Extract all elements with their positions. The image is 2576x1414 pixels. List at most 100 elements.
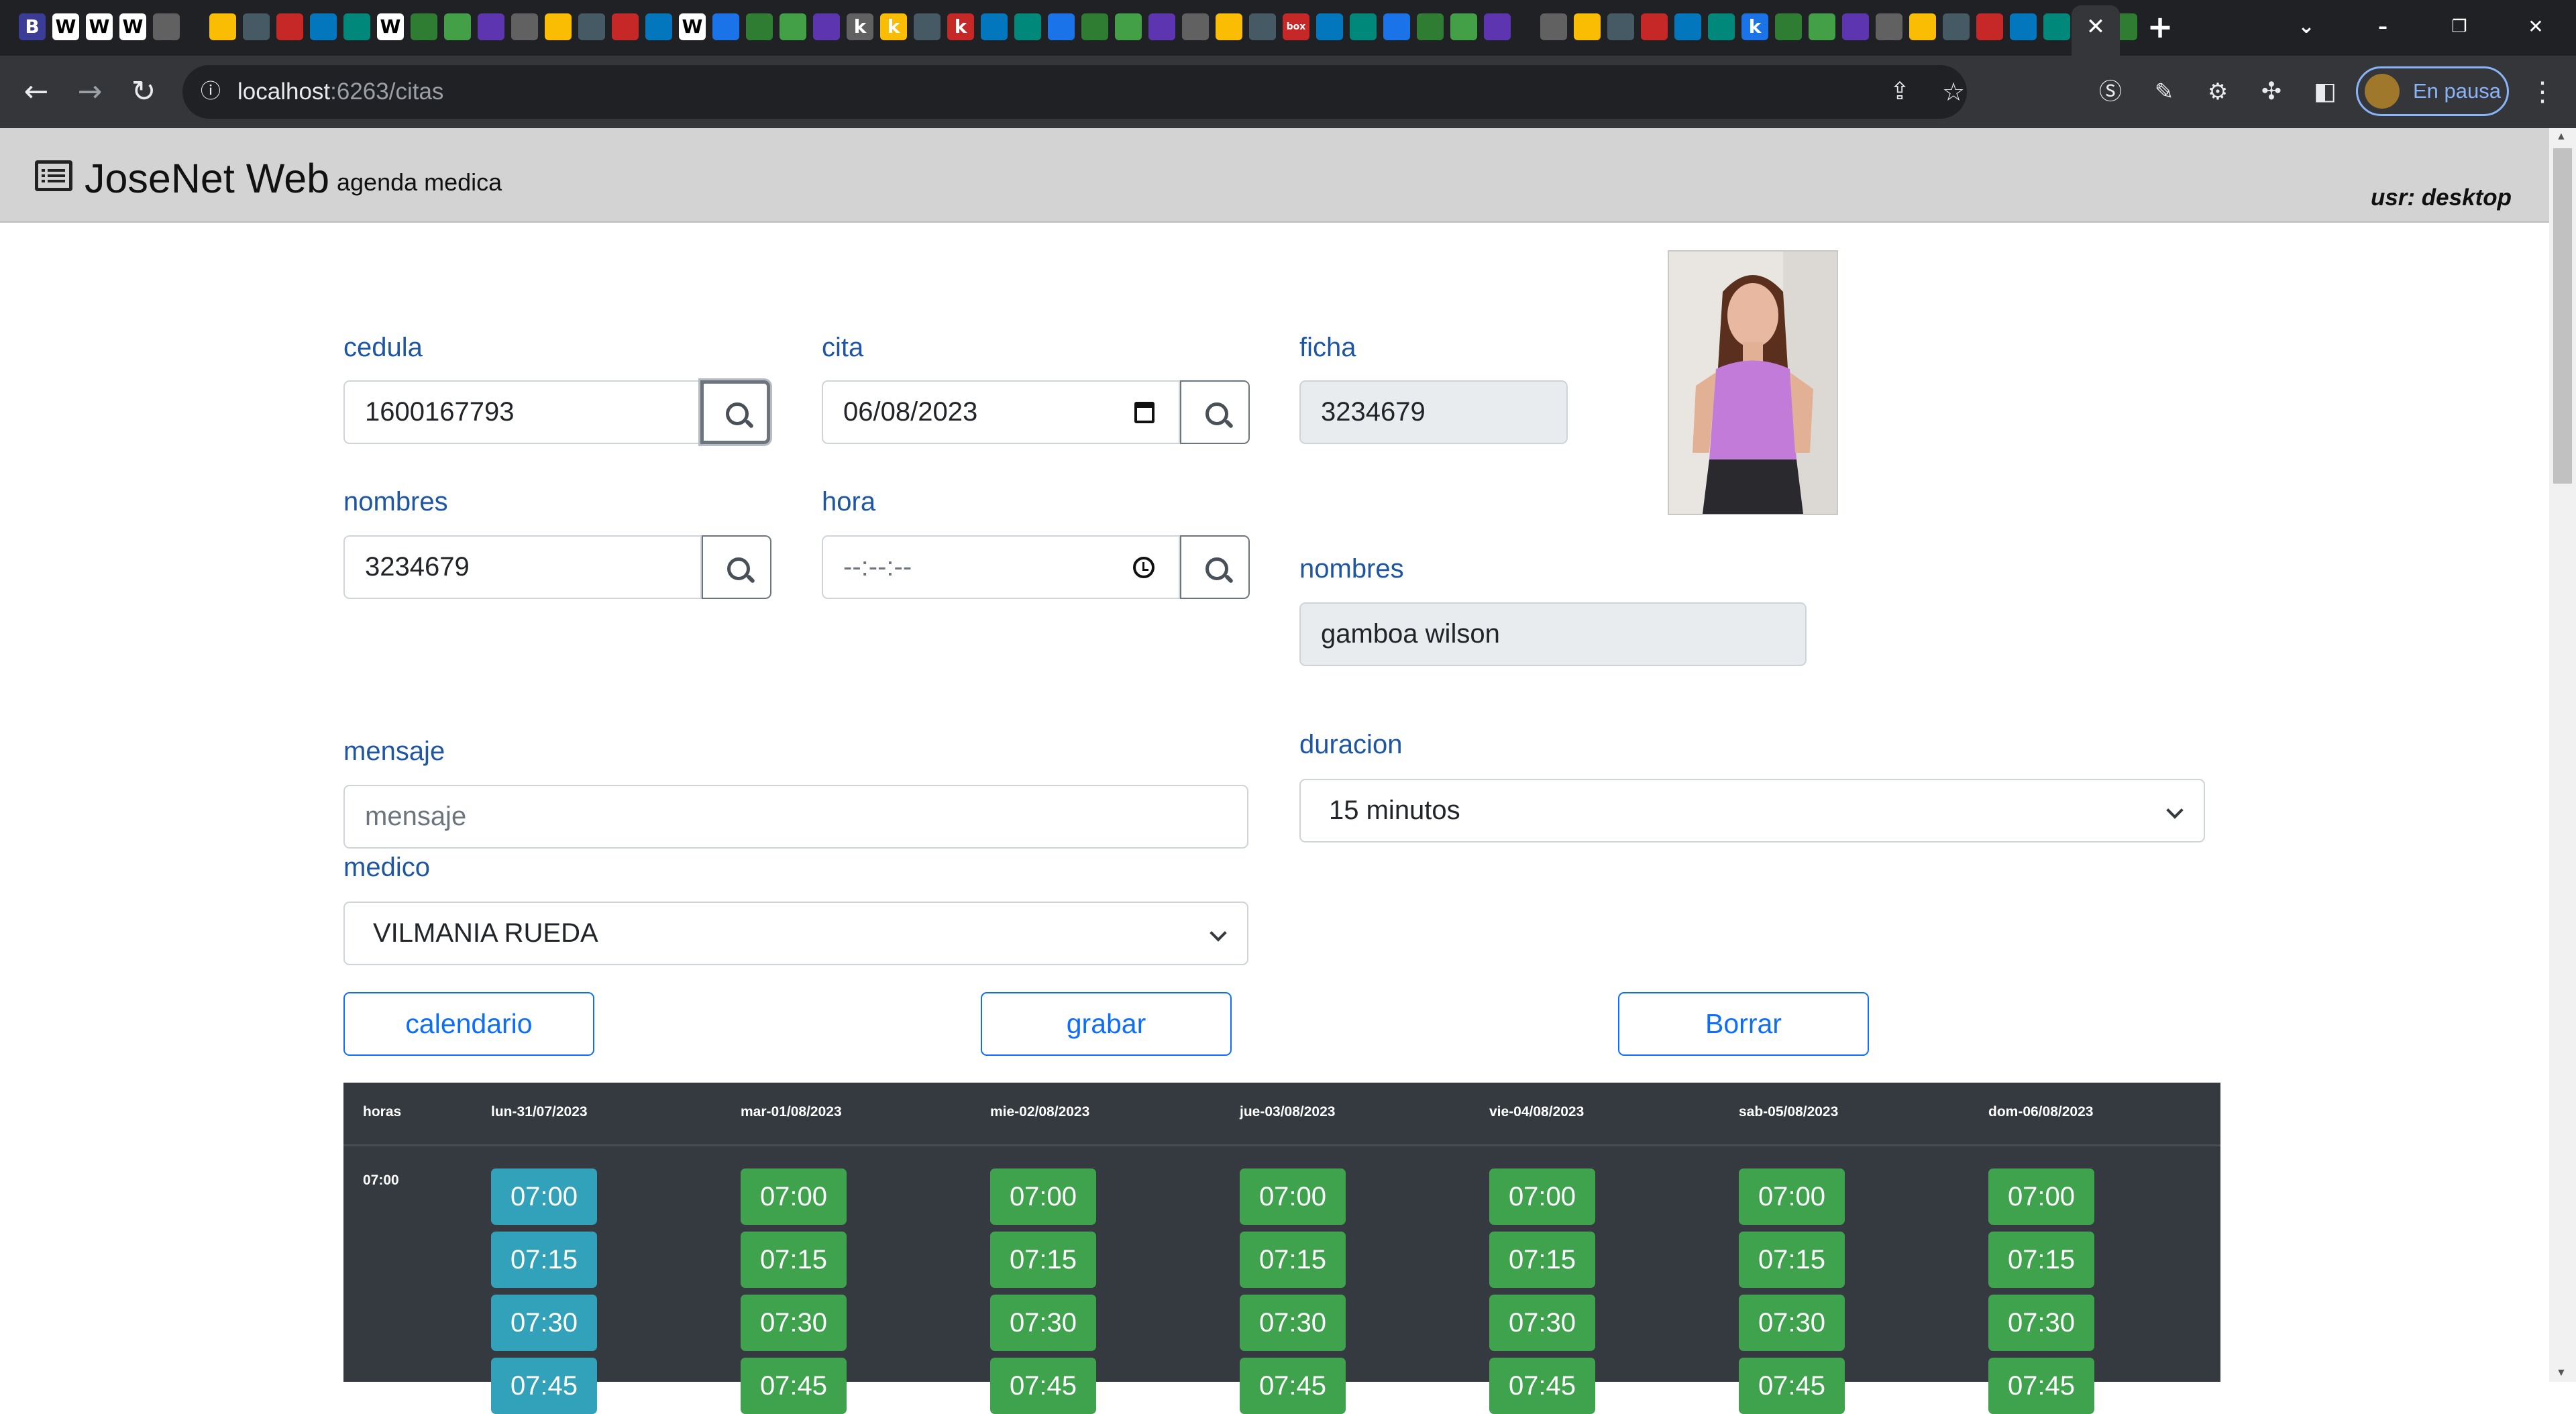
calendar-icon[interactable]	[1134, 402, 1155, 423]
pinned-tab-favicon[interactable]	[1775, 13, 1802, 40]
pinned-tab-favicon[interactable]	[1708, 13, 1735, 40]
pinned-tab-favicon[interactable]	[813, 13, 840, 40]
pinned-tab-favicon[interactable]	[153, 13, 180, 40]
time-slot-button[interactable]: 07:15	[741, 1232, 847, 1288]
time-slot-button[interactable]: 07:00	[990, 1168, 1096, 1225]
time-slot-button[interactable]: 07:15	[1988, 1232, 2094, 1288]
site-info-icon[interactable]: ⓘ	[191, 72, 231, 112]
extension-icon[interactable]: ⚙	[2198, 72, 2238, 112]
hora-search-button[interactable]	[1180, 535, 1250, 599]
time-slot-button[interactable]: 07:45	[1739, 1358, 1845, 1414]
mensaje-input[interactable]: mensaje	[343, 785, 1248, 849]
pinned-tab-favicon[interactable]	[645, 13, 672, 40]
share-icon[interactable]: ⇪	[1880, 72, 1920, 112]
pinned-tab-favicon[interactable]: W	[377, 13, 404, 40]
medico-select[interactable]: VILMANIA RUEDA	[343, 902, 1248, 965]
time-slot-button[interactable]: 07:30	[491, 1295, 597, 1351]
pinned-tab-favicon[interactable]	[1182, 13, 1209, 40]
back-arrow-icon[interactable]: ←	[16, 72, 56, 112]
pinned-tab-favicon[interactable]: W	[52, 13, 79, 40]
pinned-tab-favicon[interactable]	[780, 13, 806, 40]
scroll-down-icon[interactable]: ▼	[2556, 1367, 2567, 1379]
cita-search-button[interactable]	[1180, 380, 1250, 444]
pinned-tab-favicon[interactable]: W	[119, 13, 146, 40]
scroll-up-icon[interactable]: ▲	[2556, 131, 2567, 143]
pinned-tab-favicon[interactable]	[1976, 13, 2003, 40]
time-slot-button[interactable]: 07:30	[1240, 1295, 1346, 1351]
menu-dots-icon[interactable]: ⋮	[2522, 72, 2563, 112]
pinned-tab-favicon[interactable]	[343, 13, 370, 40]
time-slot-button[interactable]: 07:15	[1489, 1232, 1595, 1288]
bookmark-star-icon[interactable]: ☆	[1933, 72, 1974, 112]
pinned-tab-favicon[interactable]	[1909, 13, 1936, 40]
pinned-tab-favicon[interactable]	[1249, 13, 1276, 40]
page-scrollbar[interactable]: ▲ ▼	[2549, 128, 2576, 1382]
skype-extension-icon[interactable]: Ⓢ	[2090, 72, 2131, 112]
grabar-button[interactable]: grabar	[981, 992, 1232, 1056]
time-slot-button[interactable]: 07:00	[491, 1168, 597, 1225]
pinned-tab-favicon[interactable]	[276, 13, 303, 40]
pinned-tab-favicon[interactable]	[1014, 13, 1041, 40]
pinned-tab-favicon[interactable]	[411, 13, 437, 40]
pinned-tab-favicon[interactable]	[1115, 13, 1142, 40]
eyedropper-extension-icon[interactable]: ✎	[2144, 72, 2184, 112]
pinned-tab-favicon[interactable]: W	[679, 13, 706, 40]
side-panel-icon[interactable]: ◧	[2305, 72, 2345, 112]
pinned-tab-favicon[interactable]	[511, 13, 538, 40]
pinned-tab-favicon[interactable]	[209, 13, 236, 40]
time-slot-button[interactable]: 07:15	[990, 1232, 1096, 1288]
time-slot-button[interactable]: 07:45	[491, 1358, 597, 1414]
time-slot-button[interactable]: 07:00	[741, 1168, 847, 1225]
pinned-tab-favicon[interactable]	[981, 13, 1008, 40]
pinned-tab-favicon[interactable]	[1574, 13, 1601, 40]
hora-time-input[interactable]: --:--:--	[822, 535, 1180, 599]
time-slot-button[interactable]: 07:15	[1739, 1232, 1845, 1288]
pinned-tab-favicon[interactable]	[243, 13, 270, 40]
pinned-tab-favicon[interactable]	[1383, 13, 1410, 40]
pinned-tab-favicon[interactable]	[444, 13, 471, 40]
app-title[interactable]: JoseNet Web	[85, 155, 329, 202]
cita-date-input[interactable]: 06/08/2023	[822, 380, 1180, 444]
cedula-search-button[interactable]	[700, 380, 770, 444]
time-slot-button[interactable]: 07:00	[1489, 1168, 1595, 1225]
time-slot-button[interactable]: 07:00	[1739, 1168, 1845, 1225]
pinned-tab-favicon[interactable]	[612, 13, 639, 40]
pinned-tab-favicon[interactable]: k	[880, 13, 907, 40]
close-tab-icon[interactable]: ✕	[2082, 13, 2109, 40]
pinned-tab-favicon[interactable]	[478, 13, 504, 40]
pinned-tab-favicon[interactable]	[1943, 13, 1970, 40]
window-close-icon[interactable]: ✕	[2522, 13, 2549, 40]
scroll-thumb[interactable]	[2553, 148, 2572, 484]
new-tab-button[interactable]: +	[2147, 11, 2174, 42]
pinned-tab-favicon[interactable]	[1484, 13, 1511, 40]
time-slot-button[interactable]: 07:30	[741, 1295, 847, 1351]
pinned-tab-favicon[interactable]	[578, 13, 605, 40]
clock-icon[interactable]	[1133, 557, 1155, 578]
pinned-tab-favicon[interactable]: k	[947, 13, 974, 40]
nombres-search-input[interactable]: 3234679	[343, 535, 702, 599]
pinned-tab-favicon[interactable]	[2043, 13, 2070, 40]
pinned-tab-favicon[interactable]	[1350, 13, 1377, 40]
time-slot-button[interactable]: 07:15	[491, 1232, 597, 1288]
pinned-tab-favicon[interactable]	[1148, 13, 1175, 40]
pinned-tab-favicon[interactable]	[1876, 13, 1902, 40]
restore-icon[interactable]: ❐	[2446, 13, 2473, 40]
active-tab[interactable]: ✕	[2072, 5, 2120, 56]
time-slot-button[interactable]: 07:00	[1240, 1168, 1346, 1225]
puzzle-extensions-icon[interactable]: ✣	[2251, 72, 2292, 112]
pinned-tab-favicon[interactable]	[712, 13, 739, 40]
time-slot-button[interactable]: 07:30	[1739, 1295, 1845, 1351]
nombres-search-button[interactable]	[702, 535, 771, 599]
pinned-tab-favicon[interactable]	[1048, 13, 1075, 40]
pinned-tab-favicon[interactable]	[746, 13, 773, 40]
pinned-tab-favicon[interactable]	[1316, 13, 1343, 40]
pinned-tab-favicon[interactable]: B	[19, 13, 46, 40]
time-slot-button[interactable]: 07:00	[1988, 1168, 2094, 1225]
pinned-tab-favicon[interactable]	[1842, 13, 1869, 40]
pinned-tab-favicon[interactable]	[545, 13, 572, 40]
time-slot-button[interactable]: 07:45	[1988, 1358, 2094, 1414]
pinned-tab-favicon[interactable]	[914, 13, 941, 40]
pinned-tab-favicon[interactable]	[310, 13, 337, 40]
pinned-tab-favicon[interactable]: W	[86, 13, 113, 40]
pinned-tab-favicon[interactable]	[1450, 13, 1477, 40]
